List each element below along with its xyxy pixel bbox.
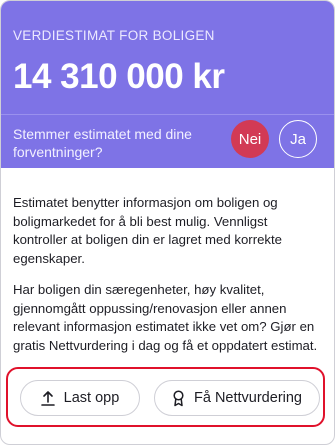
upload-icon: [40, 390, 55, 406]
upload-label: Last opp: [63, 390, 120, 406]
header-divider: [1, 114, 334, 115]
no-button[interactable]: Nei: [231, 120, 269, 158]
info-text: Estimatet benytter informasjon om bolige…: [13, 194, 323, 368]
valuation-label: Få Nettvurdering: [194, 390, 302, 406]
upload-button[interactable]: Last opp: [20, 380, 140, 416]
valuation-button[interactable]: Få Nettvurdering: [154, 380, 320, 416]
estimate-price: 14 310 000 kr: [13, 57, 225, 96]
actions-highlight: Last opp Få Nettvurdering: [6, 367, 325, 427]
feedback-question: Stemmer estimatet med dine forventninger…: [13, 126, 192, 160]
yes-button[interactable]: Ja: [279, 120, 317, 158]
info-paragraph-2: Har boligen din særegenheter, høy kvalit…: [13, 282, 318, 353]
estimate-label: VERDIESTIMAT FOR BOLIGEN: [13, 28, 215, 43]
info-paragraph-1: Estimatet benytter informasjon om bolige…: [13, 195, 283, 266]
estimate-header: VERDIESTIMAT FOR BOLIGEN 14 310 000 kr S…: [1, 1, 334, 168]
award-icon: [172, 389, 185, 407]
estimate-card: VERDIESTIMAT FOR BOLIGEN 14 310 000 kr S…: [0, 0, 335, 445]
